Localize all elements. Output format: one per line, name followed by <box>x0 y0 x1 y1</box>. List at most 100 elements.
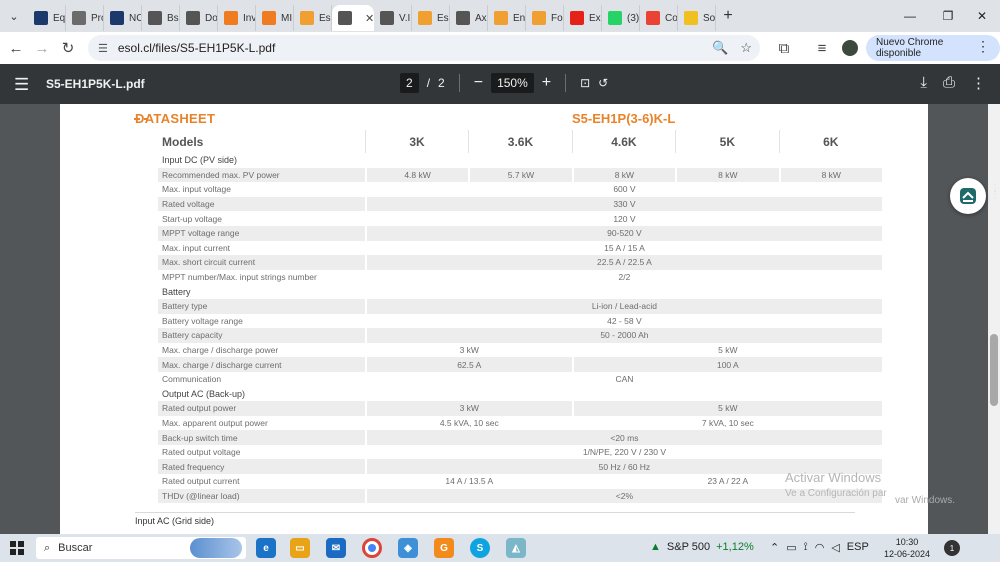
hamburger-icon: ☰ <box>14 75 30 94</box>
tab-search-button[interactable]: ⌄ <box>0 0 28 32</box>
volume-icon[interactable]: ◁ <box>831 541 839 554</box>
restore-button[interactable]: ❐ <box>930 0 966 32</box>
taskbar-search[interactable]: ⌕ Buscar <box>36 537 246 559</box>
file-explorer-icon[interactable]: ▭ <box>290 538 310 558</box>
start-button[interactable] <box>10 541 24 555</box>
browser-tab[interactable]: Pro <box>66 5 104 31</box>
browser-tab[interactable]: Fo <box>526 5 564 31</box>
minimize-button[interactable]: — <box>892 0 928 32</box>
zoom-in-button[interactable]: + <box>542 74 551 92</box>
stock-change: +1,12% <box>716 541 754 553</box>
tab-label: Esc <box>319 12 331 24</box>
chevron-up-icon[interactable]: ⌃ <box>770 541 779 554</box>
site-info-icon[interactable]: ☰ <box>98 42 108 55</box>
spec-value: 3 kW <box>364 401 572 416</box>
sidebar-menu-button[interactable]: ☰ <box>14 75 29 95</box>
browser-tab[interactable]: NC <box>104 5 142 31</box>
forward-button[interactable]: → <box>28 34 56 62</box>
stock-name: S&P 500 <box>666 541 711 553</box>
reload-button[interactable]: ↻ <box>54 34 82 62</box>
zoom-icon[interactable]: 🔍 <box>712 40 728 56</box>
chrome-app-icon[interactable] <box>362 538 382 558</box>
language-indicator[interactable]: ESP <box>847 541 869 554</box>
search-placeholder: Buscar <box>58 542 93 554</box>
bookmark-star-icon[interactable]: ☆ <box>740 40 752 56</box>
notes-app-icon[interactable]: ◭ <box>506 538 526 558</box>
spec-value: 5.7 kW <box>468 167 572 183</box>
tab-label: Ax <box>475 12 487 24</box>
close-tab-icon[interactable]: ✕ <box>365 12 374 25</box>
notification-badge[interactable]: 1 <box>944 540 960 556</box>
network-icon[interactable]: ⟟ <box>804 541 808 554</box>
zoom-level-input[interactable]: 150% <box>491 73 534 93</box>
tab-label: (3) <box>627 12 640 24</box>
spec-value: 330 V <box>364 196 882 212</box>
browser-tab[interactable]: MI <box>256 5 294 31</box>
rotate-icon: ↺ <box>598 76 609 90</box>
spec-row: Rated output power 3 kW 5 kW <box>158 401 882 416</box>
spec-label: Back-up switch time <box>158 430 365 445</box>
browser-tab[interactable]: Co <box>640 5 678 31</box>
new-tab-button[interactable]: + <box>716 0 740 32</box>
spec-label: Max. input voltage <box>158 182 365 197</box>
section-title: Battery <box>158 284 882 299</box>
close-icon: ✕ <box>976 9 988 23</box>
spec-label: Communication <box>158 371 365 387</box>
chevron-down-icon: ⌄ <box>9 10 19 23</box>
browser-tab[interactable]: Ex <box>564 5 602 31</box>
chrome-menu-button[interactable]: ⋮ <box>976 38 990 55</box>
page-number-input[interactable]: 2 <box>400 73 419 93</box>
browser-tab[interactable]: Esc <box>294 5 332 31</box>
model-column-header: 5K <box>675 130 778 153</box>
browser-tab[interactable]: So <box>678 5 716 31</box>
store-app-icon[interactable]: ◈ <box>398 538 418 558</box>
spec-label: Max. input current <box>158 240 365 256</box>
profile-avatar-button[interactable] <box>836 34 864 62</box>
spec-row: Max. input current 15 A / 15 A <box>158 240 882 256</box>
battery-icon[interactable]: ▭ <box>786 541 796 554</box>
browser-tab[interactable]: Do <box>180 5 218 31</box>
model-column-header: 3.6K <box>468 130 571 153</box>
spec-row: Rated output voltage 1/N/PE, 220 V / 230 … <box>158 444 882 460</box>
arrow-left-icon: ← <box>8 39 24 57</box>
pdf-more-button[interactable]: ⋮ <box>971 74 986 92</box>
stock-widget[interactable]: ▲ S&P 500 +1,12% <box>650 541 754 553</box>
browser-tab[interactable]: ✕ <box>332 5 374 31</box>
address-bar[interactable]: ☰ esol.cl/files/S5-EH1P5K-L.pdf 🔍 ☆ <box>88 35 760 61</box>
scrollbar-thumb[interactable] <box>990 334 998 406</box>
spec-row: Max. short circuit current 22.5 A / 22.5 … <box>158 255 882 270</box>
browser-tab[interactable]: En <box>488 5 526 31</box>
extension-logo-icon <box>960 188 976 204</box>
print-button[interactable]: ⎙ <box>943 74 955 92</box>
back-button[interactable]: ← <box>2 34 30 62</box>
spec-label: Start-up voltage <box>158 211 365 226</box>
scrollbar[interactable] <box>988 104 1000 534</box>
wifi-icon[interactable]: ◠ <box>815 541 825 554</box>
extensions-button[interactable]: ⧉ <box>770 34 798 62</box>
url-text[interactable]: esol.cl/files/S5-EH1P5K-L.pdf <box>118 41 275 55</box>
browser-tab[interactable]: (3) <box>602 5 640 31</box>
download-button[interactable]: ⤓ <box>920 74 927 92</box>
floating-extension-button[interactable] <box>950 178 986 214</box>
office-app-icon[interactable]: G <box>434 538 454 558</box>
browser-tab[interactable]: Eq <box>28 5 66 31</box>
browser-tab[interactable]: Esi <box>412 5 450 31</box>
browser-tab[interactable]: Bs <box>142 5 180 31</box>
drag-grip-icon[interactable]: ⋮⋮⋮⋮ <box>990 184 1000 200</box>
skype-app-icon[interactable]: S <box>470 538 490 558</box>
zoom-out-button[interactable]: − <box>474 74 483 92</box>
square-favicon-icon <box>532 11 546 25</box>
reading-list-button[interactable]: ≡ <box>808 34 836 62</box>
clock[interactable]: 10:30 12-06-2024 <box>884 536 930 560</box>
edge-app-icon[interactable]: e <box>256 538 276 558</box>
close-window-button[interactable]: ✕ <box>964 0 1000 32</box>
rotate-button[interactable]: ↺ <box>598 76 608 90</box>
spec-value: 5 kW <box>571 401 882 416</box>
model-column-header: 3K <box>364 130 468 153</box>
browser-tab[interactable]: Inv <box>218 5 256 31</box>
mail-app-icon[interactable]: ✉ <box>326 538 346 558</box>
browser-tab[interactable]: V.I <box>374 5 412 31</box>
browser-tab[interactable]: Ax <box>450 5 488 31</box>
models-label: Models <box>162 134 204 149</box>
fit-page-button[interactable]: ⊡ <box>580 76 590 90</box>
